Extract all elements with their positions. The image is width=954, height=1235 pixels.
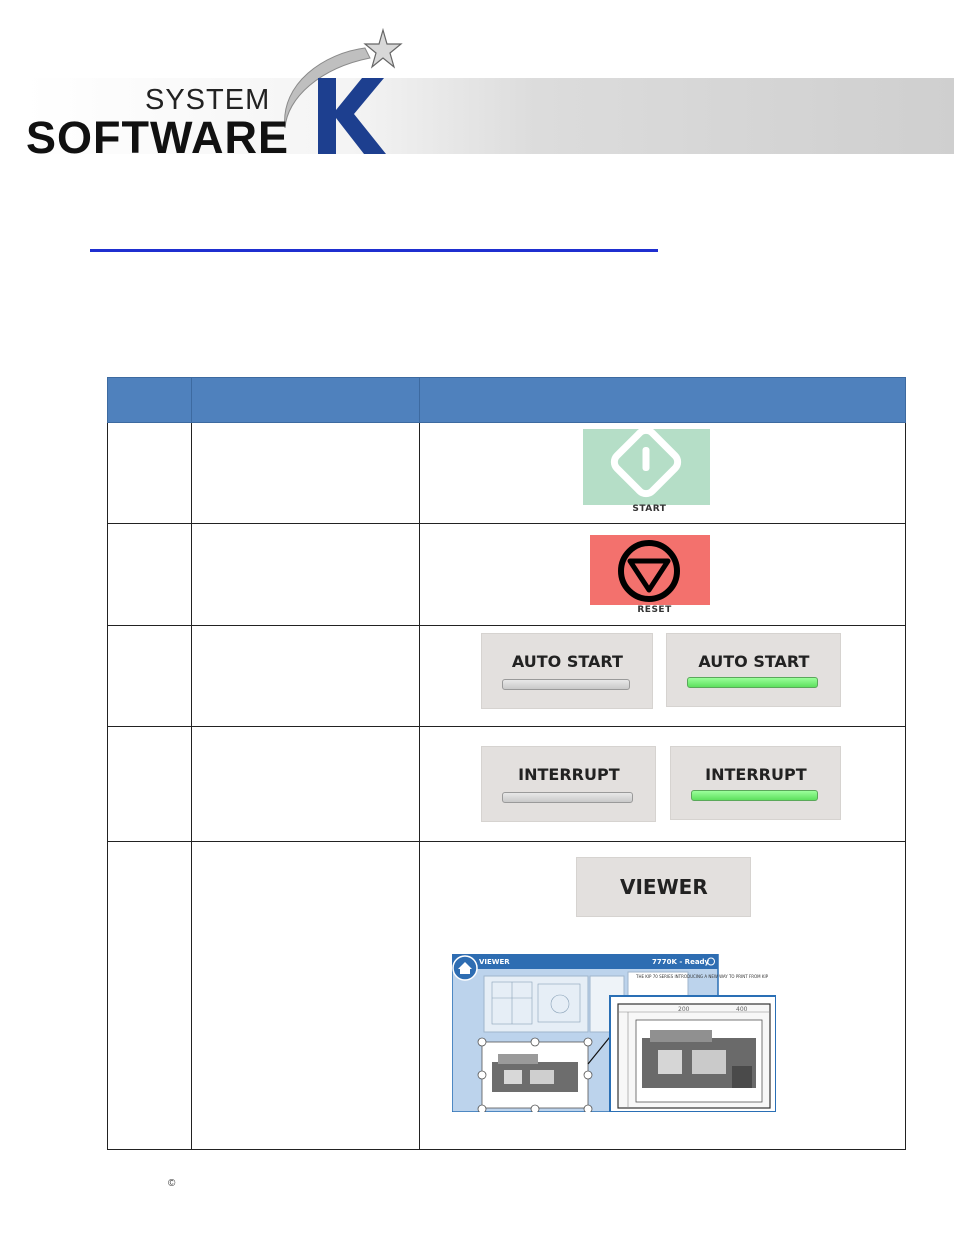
auto-start-toggle-off[interactable]: AUTO START (481, 633, 654, 709)
table-cell (191, 841, 421, 1150)
ruler-mark: 200 (678, 1006, 690, 1013)
auto-start-toggle-on[interactable]: AUTO START (666, 633, 842, 707)
table-cell (106, 726, 193, 842)
table-cell (191, 523, 421, 626)
toggle-indicator-off (502, 679, 631, 690)
table-cell: RESET (419, 523, 906, 626)
table-cell: INTERRUPT INTERRUPT (419, 726, 906, 842)
table-cell: AUTO START AUTO START (419, 625, 906, 727)
table-row: RESET (106, 523, 906, 626)
toggle-indicator-on (687, 677, 819, 688)
viewer-title: VIEWER (479, 958, 510, 966)
table-cell (191, 726, 421, 842)
table-cell (106, 422, 193, 524)
logo-k-icon (318, 78, 386, 154)
interrupt-toggle-on[interactable]: INTERRUPT (670, 746, 842, 820)
stop-triangle-icon (618, 540, 681, 602)
header-cell (106, 377, 193, 423)
reset-button[interactable] (590, 535, 711, 605)
power-icon (611, 426, 682, 498)
start-button[interactable] (583, 426, 711, 505)
viewer-screenshot: VIEWER 7770K - Ready THE KIP 70 SERIES I (452, 954, 777, 1112)
toggle-indicator-on (691, 790, 819, 801)
toggle-indicator-off (502, 792, 634, 803)
start-button-label: START (632, 504, 667, 514)
viewer-status: 7770K - Ready (652, 958, 710, 966)
header-cell (419, 377, 906, 423)
table-row: INTERRUPT INTERRUPT (106, 726, 906, 842)
table-row: VIEWER VIEWER 7770K - Ready THE KIP 70 S… (106, 841, 906, 1150)
table-cell: VIEWER VIEWER 7770K - Ready THE KIP 70 S… (419, 841, 906, 1150)
doc-snippet: THE KIP 70 SERIES INTRODUCING A NEW WAY … (635, 974, 769, 979)
logo-software-text: SOFTWARE (26, 112, 289, 163)
table-row: START (106, 422, 906, 524)
button-reference-table: START RESET AUTO START AUTO START INTERR… (106, 377, 906, 1150)
table-cell: START (419, 422, 906, 524)
copyright-symbol: © (168, 1178, 176, 1189)
viewer-button[interactable]: VIEWER (576, 857, 752, 917)
table-cell (106, 841, 193, 1150)
ruler-mark: 400 (736, 1006, 748, 1013)
table-cell (106, 523, 193, 626)
auto-start-label-on: AUTO START (698, 652, 810, 671)
interrupt-toggle-off[interactable]: INTERRUPT (481, 746, 657, 822)
table-cell (191, 625, 421, 727)
interrupt-label-on: INTERRUPT (705, 765, 807, 784)
table-cell (106, 625, 193, 727)
auto-start-label-off: AUTO START (511, 652, 623, 671)
viewer-button-label: VIEWER (620, 875, 708, 899)
title-underline (90, 249, 658, 252)
table-cell (191, 422, 421, 524)
reset-button-label: RESET (637, 605, 672, 615)
table-row: AUTO START AUTO START (106, 625, 906, 727)
interrupt-label-off: INTERRUPT (518, 765, 620, 784)
header-cell (191, 377, 421, 423)
table-header-row (106, 377, 906, 423)
